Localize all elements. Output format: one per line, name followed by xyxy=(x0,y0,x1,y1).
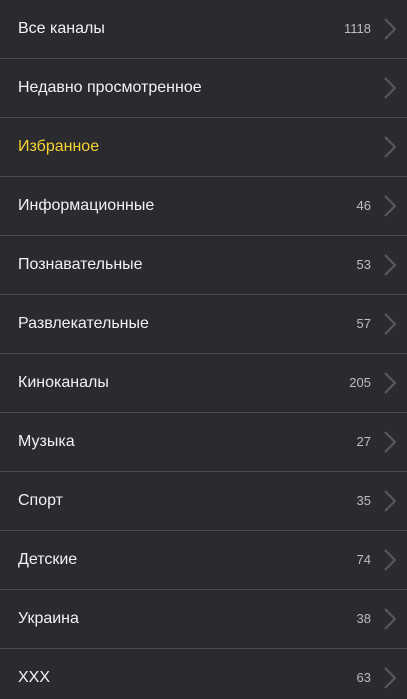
category-label: Недавно просмотренное xyxy=(18,79,202,96)
category-label: Киноканалы xyxy=(18,374,109,391)
category-label: Украина xyxy=(18,610,79,627)
chevron-right-icon xyxy=(384,18,397,40)
category-movies[interactable]: Киноканалы 205 xyxy=(0,354,407,413)
chevron-right-icon xyxy=(384,136,397,158)
category-count: 1118 xyxy=(344,21,371,36)
chevron-right-icon xyxy=(384,549,397,571)
category-entertainment[interactable]: Развлекательные 57 xyxy=(0,295,407,354)
chevron-right-icon xyxy=(384,77,397,99)
category-news[interactable]: Информационные 46 xyxy=(0,177,407,236)
category-all-channels[interactable]: Все каналы 1118 xyxy=(0,0,407,59)
category-label: Избранное xyxy=(18,138,100,155)
category-ukraine[interactable]: Украина 38 xyxy=(0,590,407,649)
chevron-right-icon xyxy=(384,431,397,453)
category-label: XXX xyxy=(18,669,51,686)
category-educational[interactable]: Познавательные 53 xyxy=(0,236,407,295)
chevron-right-icon xyxy=(384,608,397,630)
category-count: 53 xyxy=(356,257,371,272)
chevron-right-icon xyxy=(384,313,397,335)
category-count: 63 xyxy=(356,670,371,685)
category-music[interactable]: Музыка 27 xyxy=(0,413,407,472)
category-label: Детские xyxy=(18,551,78,568)
category-count: 35 xyxy=(356,493,371,508)
chevron-right-icon xyxy=(384,254,397,276)
category-kids[interactable]: Детские 74 xyxy=(0,531,407,590)
category-xxx[interactable]: XXX 63 xyxy=(0,649,407,699)
category-sport[interactable]: Спорт 35 xyxy=(0,472,407,531)
category-count: 46 xyxy=(356,198,371,213)
category-count: 57 xyxy=(356,316,371,331)
chevron-right-icon xyxy=(384,372,397,394)
category-recently-watched[interactable]: Недавно просмотренное xyxy=(0,59,407,118)
chevron-right-icon xyxy=(384,195,397,217)
chevron-right-icon xyxy=(384,667,397,689)
category-count: 38 xyxy=(356,611,371,626)
channel-category-list: Все каналы 1118 Недавно просмотренное Из… xyxy=(0,0,407,699)
category-label: Спорт xyxy=(18,492,63,509)
category-favorites[interactable]: Избранное xyxy=(0,118,407,177)
category-count: 74 xyxy=(356,552,371,567)
category-label: Познавательные xyxy=(18,256,143,273)
category-label: Информационные xyxy=(18,197,155,214)
category-count: 205 xyxy=(349,375,371,390)
category-label: Все каналы xyxy=(18,20,105,37)
chevron-right-icon xyxy=(384,490,397,512)
category-label: Музыка xyxy=(18,433,75,450)
category-label: Развлекательные xyxy=(18,315,149,332)
category-count: 27 xyxy=(356,434,371,449)
